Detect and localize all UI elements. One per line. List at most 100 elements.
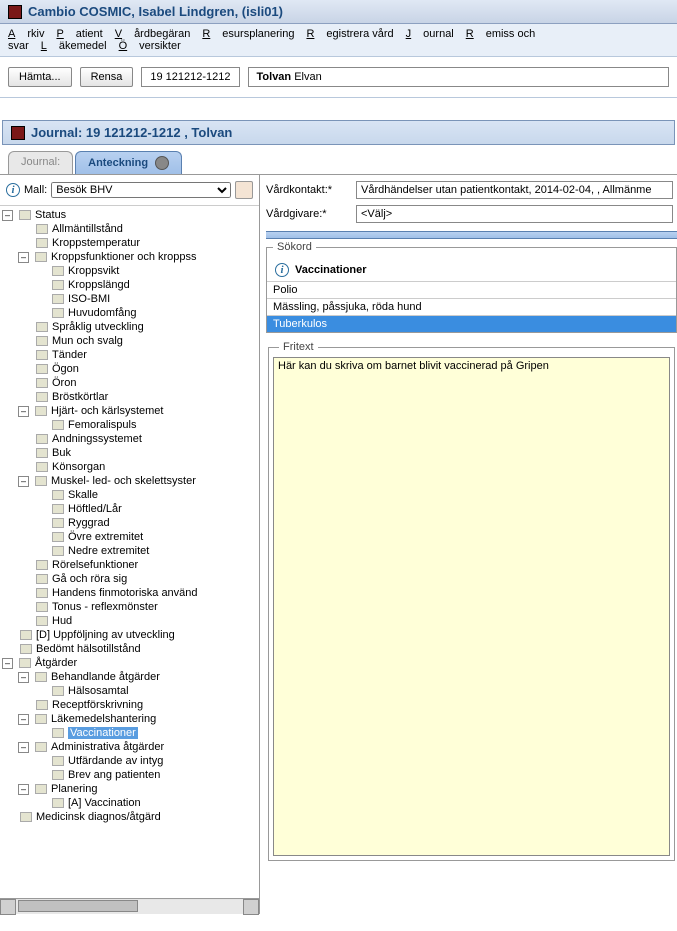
tree-node[interactable]: –Status	[2, 208, 257, 222]
tree-node[interactable]: –Planering	[2, 782, 257, 796]
node-icon	[52, 308, 64, 318]
tree-node[interactable]: ISO-BMI	[2, 292, 257, 306]
node-icon	[36, 588, 48, 598]
tree-node[interactable]: Hud	[2, 614, 257, 628]
tree-node[interactable]: Rörelsefunktioner	[2, 558, 257, 572]
node-icon	[52, 756, 64, 766]
tree-node[interactable]: Utfärdande av intyg	[2, 754, 257, 768]
tree-node[interactable]: Medicinsk diagnos/åtgärd	[2, 810, 257, 824]
vardgivare-field[interactable]: <Välj>	[356, 205, 673, 223]
tab-journal[interactable]: Journal:	[8, 151, 73, 174]
tree-node[interactable]: –Muskel- led- och skelettsyster	[2, 474, 257, 488]
scroll-left-icon[interactable]	[0, 899, 16, 915]
tree-node[interactable]: Buk	[2, 446, 257, 460]
tree-node[interactable]: Allmäntillstånd	[2, 222, 257, 236]
tree-node[interactable]: Tänder	[2, 348, 257, 362]
sokord-row[interactable]: Polio	[267, 281, 676, 298]
node-label: Ryggrad	[68, 517, 110, 529]
info-icon[interactable]: i	[275, 263, 289, 277]
tree-node[interactable]: Skalle	[2, 488, 257, 502]
fritext-input[interactable]	[273, 357, 670, 856]
node-label: Andningssystemet	[52, 433, 142, 445]
tree-node[interactable]: Andningssystemet	[2, 432, 257, 446]
section-divider	[266, 231, 677, 239]
main-area: i Mall: Besök BHV –StatusAllmäntillstånd…	[0, 174, 677, 914]
tree-node[interactable]: –Behandlande åtgärder	[2, 670, 257, 684]
tree-node[interactable]: Ryggrad	[2, 516, 257, 530]
menu-item[interactable]: Läkemedel	[41, 40, 107, 52]
toggle-icon[interactable]: –	[18, 672, 29, 683]
toggle-icon[interactable]: –	[18, 784, 29, 795]
tree-node[interactable]: Receptförskrivning	[2, 698, 257, 712]
tab-anteckning[interactable]: Anteckning	[75, 151, 182, 174]
tabs: Journal: Anteckning	[0, 147, 677, 174]
patient-name-field[interactable]: Tolvan Elvan	[248, 67, 669, 87]
menu-item[interactable]: Översikter	[119, 40, 181, 52]
tree-node[interactable]: Huvudomfång	[2, 306, 257, 320]
tree-node[interactable]: Hälsosamtal	[2, 684, 257, 698]
tree-node[interactable]: Övre extremitet	[2, 530, 257, 544]
tree-node[interactable]: [A] Vaccination	[2, 796, 257, 810]
tree-node[interactable]: Brev ang patienten	[2, 768, 257, 782]
tree-node[interactable]: Kroppsvikt	[2, 264, 257, 278]
menu-item[interactable]: Registrera vård	[306, 28, 393, 40]
app-title: Cambio COSMIC, Isabel Lindgren, (isli01)	[28, 4, 283, 19]
tree-node[interactable]: –Administrativa åtgärder	[2, 740, 257, 754]
tree-node[interactable]: Bröstkörtlar	[2, 390, 257, 404]
info-icon[interactable]: i	[6, 183, 20, 197]
tree-node[interactable]: Femoralispuls	[2, 418, 257, 432]
toggle-icon[interactable]: –	[18, 252, 29, 263]
menu-item[interactable]: Arkiv	[8, 28, 44, 40]
tree-node[interactable]: Mun och svalg	[2, 334, 257, 348]
tree-node[interactable]: Kroppstemperatur	[2, 236, 257, 250]
tree-node[interactable]: Språklig utveckling	[2, 320, 257, 334]
tree-node[interactable]: Tonus - reflexmönster	[2, 600, 257, 614]
fetch-button[interactable]: Hämta...	[8, 67, 72, 87]
node-label: Kroppsfunktioner och kroppss	[51, 251, 197, 263]
tree-node[interactable]: Bedömt hälsotillstånd	[2, 642, 257, 656]
tree-node[interactable]: –Läkemedelshantering	[2, 712, 257, 726]
node-label: Bedömt hälsotillstånd	[36, 643, 141, 655]
clear-button[interactable]: Rensa	[80, 67, 134, 87]
tree-node[interactable]: –Hjärt- och kärlsystemet	[2, 404, 257, 418]
tree-node[interactable]: Nedre extremitet	[2, 544, 257, 558]
node-icon	[36, 448, 48, 458]
tree-node[interactable]: Könsorgan	[2, 460, 257, 474]
node-icon	[35, 672, 47, 682]
tree-node[interactable]: Handens finmotoriska använd	[2, 586, 257, 600]
scroll-track[interactable]	[16, 900, 243, 914]
person-icon[interactable]	[235, 181, 253, 199]
sokord-row[interactable]: Tuberkulos	[267, 315, 676, 332]
tree-node[interactable]: Höftled/Lår	[2, 502, 257, 516]
toggle-icon[interactable]: –	[18, 714, 29, 725]
tree-node[interactable]: – Kroppsfunktioner och kroppss	[2, 250, 257, 264]
fritext-legend: Fritext	[279, 341, 318, 353]
scroll-right-icon[interactable]	[243, 899, 259, 915]
tree-node[interactable]: Gå och röra sig	[2, 572, 257, 586]
toggle-icon[interactable]: –	[2, 210, 13, 221]
node-icon	[36, 574, 48, 584]
tree-node[interactable]: [D] Uppföljning av utveckling	[2, 628, 257, 642]
tree-node[interactable]: –Åtgärder	[2, 656, 257, 670]
tree-node[interactable]: Öron	[2, 376, 257, 390]
tree-node[interactable]: Ögon	[2, 362, 257, 376]
menu-item[interactable]: Patient	[56, 28, 102, 40]
node-icon	[20, 812, 32, 822]
scroll-thumb[interactable]	[18, 900, 138, 912]
horizontal-scrollbar[interactable]	[0, 898, 259, 914]
menu-item[interactable]: Vårdbegäran	[115, 28, 191, 40]
tree-node[interactable]: Kroppslängd	[2, 278, 257, 292]
toggle-icon[interactable]: –	[18, 476, 29, 487]
patient-id-field[interactable]: 19 121212-1212	[141, 67, 239, 87]
vardkontakt-field[interactable]: Vårdhändelser utan patientkontakt, 2014-…	[356, 181, 673, 199]
tree-node[interactable]: Vaccinationer	[2, 726, 257, 740]
toggle-icon[interactable]: –	[2, 658, 13, 669]
node-icon	[52, 798, 64, 808]
sokord-row[interactable]: Mässling, påssjuka, röda hund	[267, 298, 676, 315]
toggle-icon[interactable]: –	[18, 406, 29, 417]
toggle-icon[interactable]: –	[18, 742, 29, 753]
tree-view[interactable]: –StatusAllmäntillståndKroppstemperatur–K…	[0, 206, 259, 898]
menu-item[interactable]: Resursplanering	[202, 28, 294, 40]
menu-item[interactable]: Journal	[406, 28, 454, 40]
mall-select[interactable]: Besök BHV	[51, 182, 231, 198]
